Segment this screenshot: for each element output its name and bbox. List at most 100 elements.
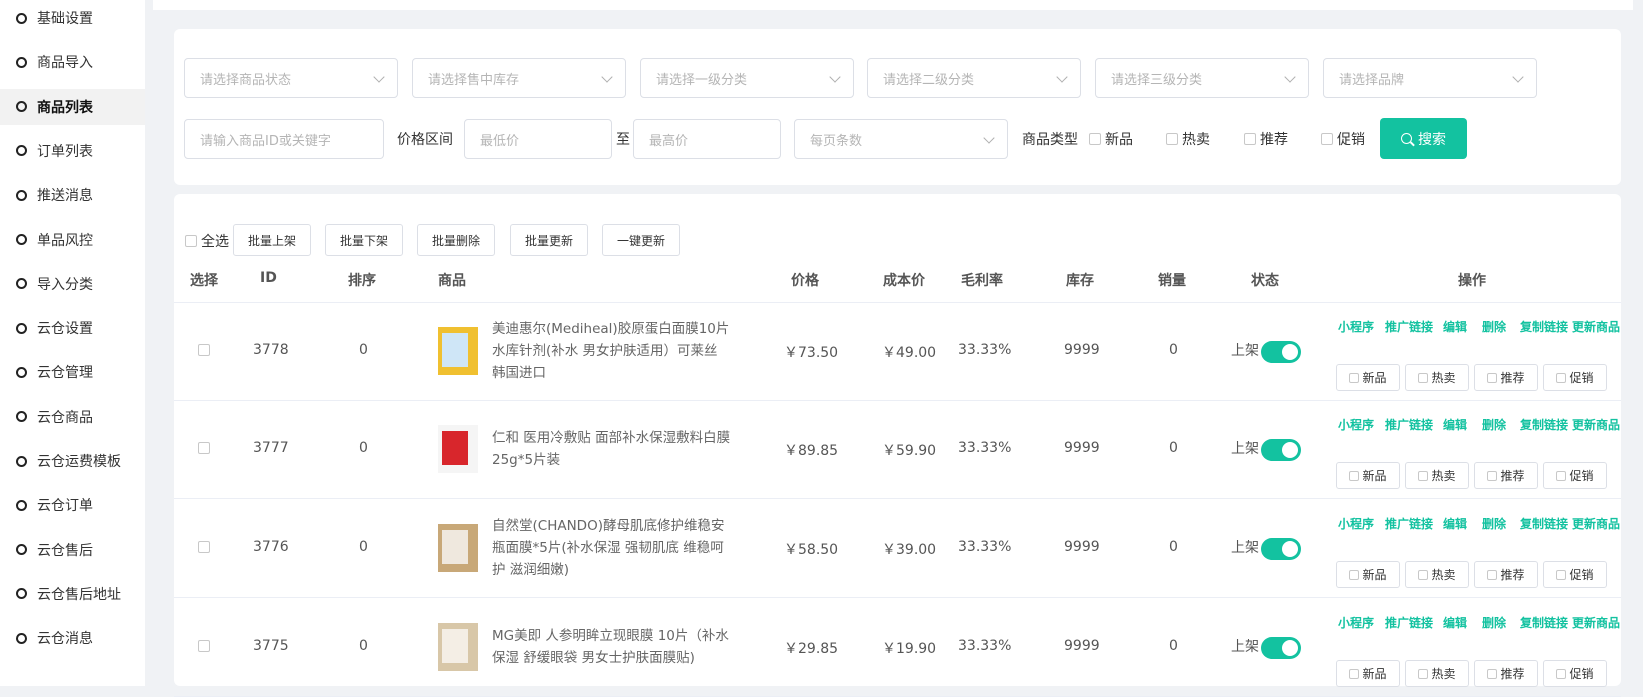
cell-product-name[interactable]: MG美即 人参明眸立现眼膜 10片（补水 保湿 舒缓眼袋 男女士护肤面膜贴) — [492, 625, 742, 669]
checkbox[interactable] — [1418, 668, 1429, 679]
checkbox[interactable] — [1418, 372, 1429, 383]
copy-link[interactable]: 复制链接 — [1520, 515, 1568, 532]
edit-link[interactable]: 编辑 — [1443, 515, 1467, 532]
tag-new-button[interactable]: 新品 — [1336, 364, 1400, 391]
update-product-link[interactable]: 更新商品 — [1572, 614, 1620, 631]
row-checkbox[interactable] — [198, 442, 210, 454]
tag-recommend-button[interactable]: 推荐 — [1474, 561, 1538, 588]
row-checkbox[interactable] — [198, 640, 210, 652]
brand-select[interactable]: 请选择品牌 — [1323, 58, 1537, 98]
checkbox[interactable] — [1349, 470, 1360, 481]
update-product-link[interactable]: 更新商品 — [1572, 416, 1620, 433]
select-all-checkbox[interactable]: 全选 — [185, 231, 229, 251]
checkbox[interactable] — [1089, 133, 1101, 145]
checkbox[interactable] — [1487, 372, 1498, 383]
update-product-link[interactable]: 更新商品 — [1572, 515, 1620, 532]
cell-product-name[interactable]: 仁和 医用冷敷贴 面部补水保湿敷料白膜 25g*5片装 — [492, 427, 742, 471]
sidebar-item[interactable]: 云仓管理 — [0, 354, 145, 390]
tag-new-button[interactable]: 新品 — [1336, 462, 1400, 489]
category3-select[interactable]: 请选择三级分类 — [1095, 58, 1309, 98]
promo-link[interactable]: 推广链接 — [1385, 515, 1433, 532]
type-checkbox-hot[interactable]: 热卖 — [1166, 129, 1210, 149]
tag-new-button[interactable]: 新品 — [1336, 660, 1400, 687]
checkbox[interactable] — [1166, 133, 1178, 145]
sidebar-item[interactable]: 基础设置 — [0, 0, 145, 36]
status-toggle[interactable] — [1261, 341, 1301, 363]
promo-link[interactable]: 推广链接 — [1385, 318, 1433, 335]
checkbox[interactable] — [1556, 569, 1567, 580]
mini-program-link[interactable]: 小程序 — [1338, 416, 1374, 433]
checkbox[interactable] — [1349, 372, 1360, 383]
delete-link[interactable]: 删除 — [1482, 614, 1506, 631]
copy-link[interactable]: 复制链接 — [1520, 318, 1568, 335]
checkbox[interactable] — [1556, 470, 1567, 481]
tag-recommend-button[interactable]: 推荐 — [1474, 462, 1538, 489]
tag-hot-button[interactable]: 热卖 — [1405, 364, 1469, 391]
status-toggle[interactable] — [1261, 538, 1301, 560]
edit-link[interactable]: 编辑 — [1443, 614, 1467, 631]
copy-link[interactable]: 复制链接 — [1520, 614, 1568, 631]
delete-link[interactable]: 删除 — [1482, 416, 1506, 433]
checkbox[interactable] — [1244, 133, 1256, 145]
category1-select[interactable]: 请选择一级分类 — [640, 58, 854, 98]
batch-off-shelf-button[interactable]: 批量下架 — [325, 224, 403, 256]
mini-program-link[interactable]: 小程序 — [1338, 515, 1374, 532]
sidebar-item[interactable]: 云仓商品 — [0, 399, 145, 435]
tag-new-button[interactable]: 新品 — [1336, 561, 1400, 588]
checkbox[interactable] — [1418, 569, 1429, 580]
delete-link[interactable]: 删除 — [1482, 515, 1506, 532]
copy-link[interactable]: 复制链接 — [1520, 416, 1568, 433]
cell-product-name[interactable]: 自然堂(CHANDO)酵母肌底修护维稳安 瓶面膜*5片(补水保湿 强韧肌底 维稳呵… — [492, 515, 742, 581]
sidebar-item[interactable]: 云仓运费模板 — [0, 443, 145, 479]
sidebar-item[interactable]: 商品导入 — [0, 44, 145, 80]
keyword-input[interactable]: 请输入商品ID或关键字 — [184, 119, 384, 159]
row-checkbox[interactable] — [198, 344, 210, 356]
category2-select[interactable]: 请选择二级分类 — [867, 58, 1081, 98]
checkbox[interactable] — [1418, 470, 1429, 481]
edit-link[interactable]: 编辑 — [1443, 416, 1467, 433]
status-select[interactable]: 请选择商品状态 — [184, 58, 398, 98]
sidebar-item[interactable]: 单品风控 — [0, 222, 145, 258]
tag-recommend-button[interactable]: 推荐 — [1474, 660, 1538, 687]
row-checkbox[interactable] — [198, 541, 210, 553]
search-button[interactable]: 搜索 — [1380, 118, 1467, 159]
checkbox[interactable] — [1487, 470, 1498, 481]
sidebar-item[interactable]: 云仓售后地址 — [0, 576, 145, 612]
sidebar-item[interactable]: 推送消息 — [0, 177, 145, 213]
checkbox[interactable] — [1487, 668, 1498, 679]
mini-program-link[interactable]: 小程序 — [1338, 318, 1374, 335]
tag-promo-button[interactable]: 促销 — [1543, 462, 1607, 489]
one-click-update-button[interactable]: 一键更新 — [602, 224, 680, 256]
update-product-link[interactable]: 更新商品 — [1572, 318, 1620, 335]
tag-promo-button[interactable]: 促销 — [1543, 364, 1607, 391]
min-price-input[interactable]: 最低价 — [464, 119, 612, 159]
page-size-select[interactable]: 每页条数 — [794, 119, 1008, 159]
max-price-input[interactable]: 最高价 — [633, 119, 781, 159]
checkbox[interactable] — [1349, 569, 1360, 580]
checkbox[interactable] — [185, 235, 197, 247]
checkbox[interactable] — [1556, 372, 1567, 383]
checkbox[interactable] — [1487, 569, 1498, 580]
tag-hot-button[interactable]: 热卖 — [1405, 660, 1469, 687]
sidebar-item[interactable]: 导入分类 — [0, 266, 145, 302]
stock-select[interactable]: 请选择售中库存 — [412, 58, 626, 98]
checkbox[interactable] — [1349, 668, 1360, 679]
sidebar-item[interactable]: 云仓设置 — [0, 310, 145, 346]
type-checkbox-promo[interactable]: 促销 — [1321, 129, 1365, 149]
edit-link[interactable]: 编辑 — [1443, 318, 1467, 335]
batch-update-button[interactable]: 批量更新 — [510, 224, 588, 256]
sidebar-item[interactable]: 云仓售后 — [0, 532, 145, 568]
sidebar-item[interactable]: 订单列表 — [0, 133, 145, 169]
delete-link[interactable]: 删除 — [1482, 318, 1506, 335]
tag-hot-button[interactable]: 热卖 — [1405, 561, 1469, 588]
status-toggle[interactable] — [1261, 439, 1301, 461]
tag-recommend-button[interactable]: 推荐 — [1474, 364, 1538, 391]
status-toggle[interactable] — [1261, 637, 1301, 659]
tag-hot-button[interactable]: 热卖 — [1405, 462, 1469, 489]
type-checkbox-new[interactable]: 新品 — [1089, 129, 1133, 149]
cell-product-name[interactable]: 美迪惠尔(Mediheal)胶原蛋白面膜10片 水库针剂(补水 男女护肤适用）可莱… — [492, 318, 742, 384]
checkbox[interactable] — [1321, 133, 1333, 145]
tag-promo-button[interactable]: 促销 — [1543, 561, 1607, 588]
tag-promo-button[interactable]: 促销 — [1543, 660, 1607, 687]
checkbox[interactable] — [1556, 668, 1567, 679]
